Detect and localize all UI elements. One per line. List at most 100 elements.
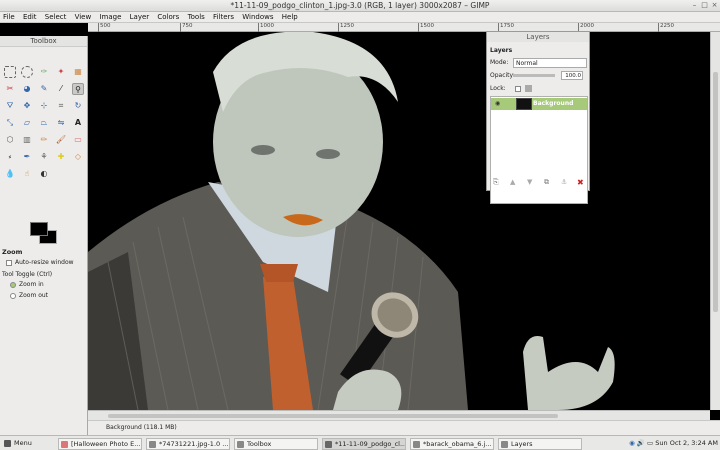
perspective-icon[interactable]: ⏢ — [38, 117, 50, 129]
zoom-icon[interactable]: ⚲ — [72, 83, 84, 95]
ink-icon[interactable]: ✒ — [21, 151, 33, 163]
menu-colors[interactable]: Colors — [154, 12, 182, 23]
horizontal-scroll-thumb[interactable] — [108, 414, 558, 418]
minimize-icon[interactable]: – — [690, 1, 699, 10]
zoom-in-radio[interactable] — [10, 282, 16, 288]
color-swatches[interactable] — [30, 222, 60, 246]
maximize-icon[interactable]: □ — [700, 1, 709, 10]
window-titlebar[interactable]: *11-11-09_podgo_clinton_1.jpg-3.0 (RGB, … — [0, 0, 720, 12]
eraser-icon[interactable]: ▭ — [72, 134, 84, 146]
task-toolbox[interactable]: Toolbox — [234, 438, 318, 450]
scale-icon[interactable]: ⤡ — [4, 117, 16, 129]
heal-icon[interactable]: ✚ — [55, 151, 67, 163]
menu-edit[interactable]: Edit — [20, 12, 40, 23]
anchor-layer-icon[interactable]: ⚓ — [561, 178, 567, 186]
menu-tools[interactable]: Tools — [185, 12, 208, 23]
menu-help[interactable]: Help — [279, 12, 301, 23]
battery-icon[interactable]: ▭ — [647, 439, 653, 447]
task-halloween[interactable]: [Halloween Photo E... — [58, 438, 142, 450]
mode-value: Normal — [516, 60, 538, 67]
foreground-select-icon[interactable]: ◕ — [21, 83, 33, 95]
clock[interactable]: Sun Oct 2, 3:24 AM — [655, 439, 718, 447]
lower-layer-icon[interactable]: ▼ — [527, 178, 532, 186]
lock-alpha-icon[interactable] — [525, 85, 532, 92]
zoom-out-label: Zoom out — [19, 292, 49, 299]
raise-layer-icon[interactable]: ▲ — [510, 178, 515, 186]
cage-icon[interactable]: ⬡ — [4, 134, 16, 146]
flip-icon[interactable]: ⇋ — [55, 117, 67, 129]
crop-icon[interactable]: ⌗ — [55, 100, 67, 112]
task-layers[interactable]: Layers — [498, 438, 582, 450]
vertical-scroll-thumb[interactable] — [713, 72, 718, 312]
menu-select[interactable]: Select — [42, 12, 70, 23]
app-icon — [61, 441, 68, 448]
task-clinton[interactable]: *11-11-09_podgo_cl... — [322, 438, 406, 450]
task-label: [Halloween Photo E... — [71, 440, 141, 448]
delete-layer-icon[interactable]: ✖ — [577, 178, 584, 187]
airbrush-icon[interactable]: ⸗ — [4, 151, 16, 163]
auto-resize-checkbox[interactable] — [6, 260, 12, 266]
lock-label: Lock: — [490, 85, 506, 92]
task-74731221[interactable]: *74731221.jpg-1.0 ... — [146, 438, 230, 450]
ruler-tick: 1000 — [258, 23, 274, 32]
vertical-scrollbar[interactable] — [710, 32, 720, 410]
horizontal-scrollbar[interactable] — [88, 410, 710, 420]
horizontal-ruler[interactable]: 500 750 1000 1250 1500 1750 2000 2250 — [88, 23, 720, 32]
scissors-icon[interactable]: ✂ — [4, 83, 16, 95]
status-text: Background (118.1 MB) — [106, 424, 177, 431]
paths-icon[interactable]: ✎ — [38, 83, 50, 95]
fuzzy-select-icon[interactable]: ✦ — [55, 66, 67, 78]
text-icon[interactable]: A — [72, 117, 84, 129]
align-icon[interactable]: ⊹ — [38, 100, 50, 112]
smudge-icon[interactable]: ☝ — [21, 168, 33, 180]
visibility-eye-icon[interactable]: ◉ — [495, 100, 500, 107]
shear-icon[interactable]: ▱ — [21, 117, 33, 129]
volume-icon[interactable]: 🔊 — [637, 439, 645, 447]
menu-image[interactable]: Image — [96, 12, 124, 23]
perspective-clone-icon[interactable]: ◇ — [72, 151, 84, 163]
ellipse-select-icon[interactable] — [21, 66, 33, 78]
layers-tab[interactable]: Layers — [490, 47, 512, 54]
free-select-icon[interactable]: ✑ — [38, 66, 50, 78]
rect-select-icon[interactable] — [4, 66, 16, 78]
move-icon[interactable]: ✥ — [21, 100, 33, 112]
start-menu-button[interactable]: Menu — [2, 438, 34, 450]
blur-icon[interactable]: 💧 — [4, 168, 16, 180]
pencil-icon[interactable]: ✏ — [38, 134, 50, 146]
layers-dialog: Layers Layers Mode: Normal Opacity: 100.… — [486, 31, 590, 204]
menu-file[interactable]: File — [0, 12, 18, 23]
menu-filters[interactable]: Filters — [210, 12, 237, 23]
toolbox-title[interactable]: Toolbox — [0, 36, 87, 47]
measure-icon[interactable]: ⛛ — [4, 100, 16, 112]
window-title: *11-11-09_podgo_clinton_1.jpg-3.0 (RGB, … — [230, 1, 490, 10]
dodge-icon[interactable]: ◐ — [38, 168, 50, 180]
new-layer-icon[interactable]: ⎘ — [493, 178, 499, 187]
foreground-color-swatch[interactable] — [30, 222, 48, 236]
duplicate-layer-icon[interactable]: ⧉ — [544, 178, 549, 187]
network-icon[interactable]: ◉ — [629, 439, 635, 447]
paintbrush-icon[interactable]: 🖌 — [55, 134, 67, 146]
menu-windows[interactable]: Windows — [239, 12, 276, 23]
menu-layer[interactable]: Layer — [127, 12, 153, 23]
layers-dialog-title[interactable]: Layers — [487, 32, 589, 42]
ruler-tick: 1500 — [418, 23, 434, 32]
blend-icon[interactable]: ▥ — [21, 134, 33, 146]
clone-icon[interactable]: ⚘ — [38, 151, 50, 163]
task-label: Toolbox — [247, 440, 272, 448]
zoom-out-radio[interactable] — [10, 293, 16, 299]
layers-list[interactable]: ◉ Background — [490, 96, 588, 204]
task-obama[interactable]: *barack_obama_6.j... — [410, 438, 494, 450]
layer-row[interactable]: ◉ Background — [491, 98, 587, 110]
mode-label: Mode: — [490, 59, 509, 66]
lock-pixels-checkbox[interactable] — [515, 86, 521, 92]
rotate-icon[interactable]: ↻ — [72, 100, 84, 112]
menu-view[interactable]: View — [72, 12, 95, 23]
color-picker-icon[interactable]: ⁄ — [55, 83, 67, 95]
image-canvas[interactable] — [88, 32, 708, 410]
opacity-field[interactable]: 100.0 — [561, 71, 583, 80]
system-tray: ◉ 🔊 ▭ Sun Oct 2, 3:24 AM — [629, 438, 718, 449]
mode-dropdown[interactable]: Normal — [513, 58, 587, 68]
close-icon[interactable]: × — [710, 1, 719, 10]
select-by-color-icon[interactable]: ▦ — [72, 66, 84, 78]
opacity-slider[interactable] — [513, 74, 555, 77]
